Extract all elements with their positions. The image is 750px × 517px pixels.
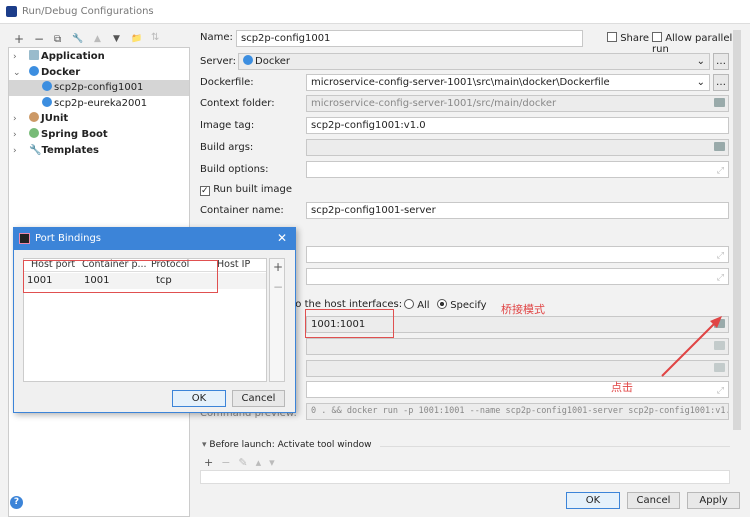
arrow-line — [661, 321, 717, 377]
annotation-arrow — [661, 316, 722, 377]
